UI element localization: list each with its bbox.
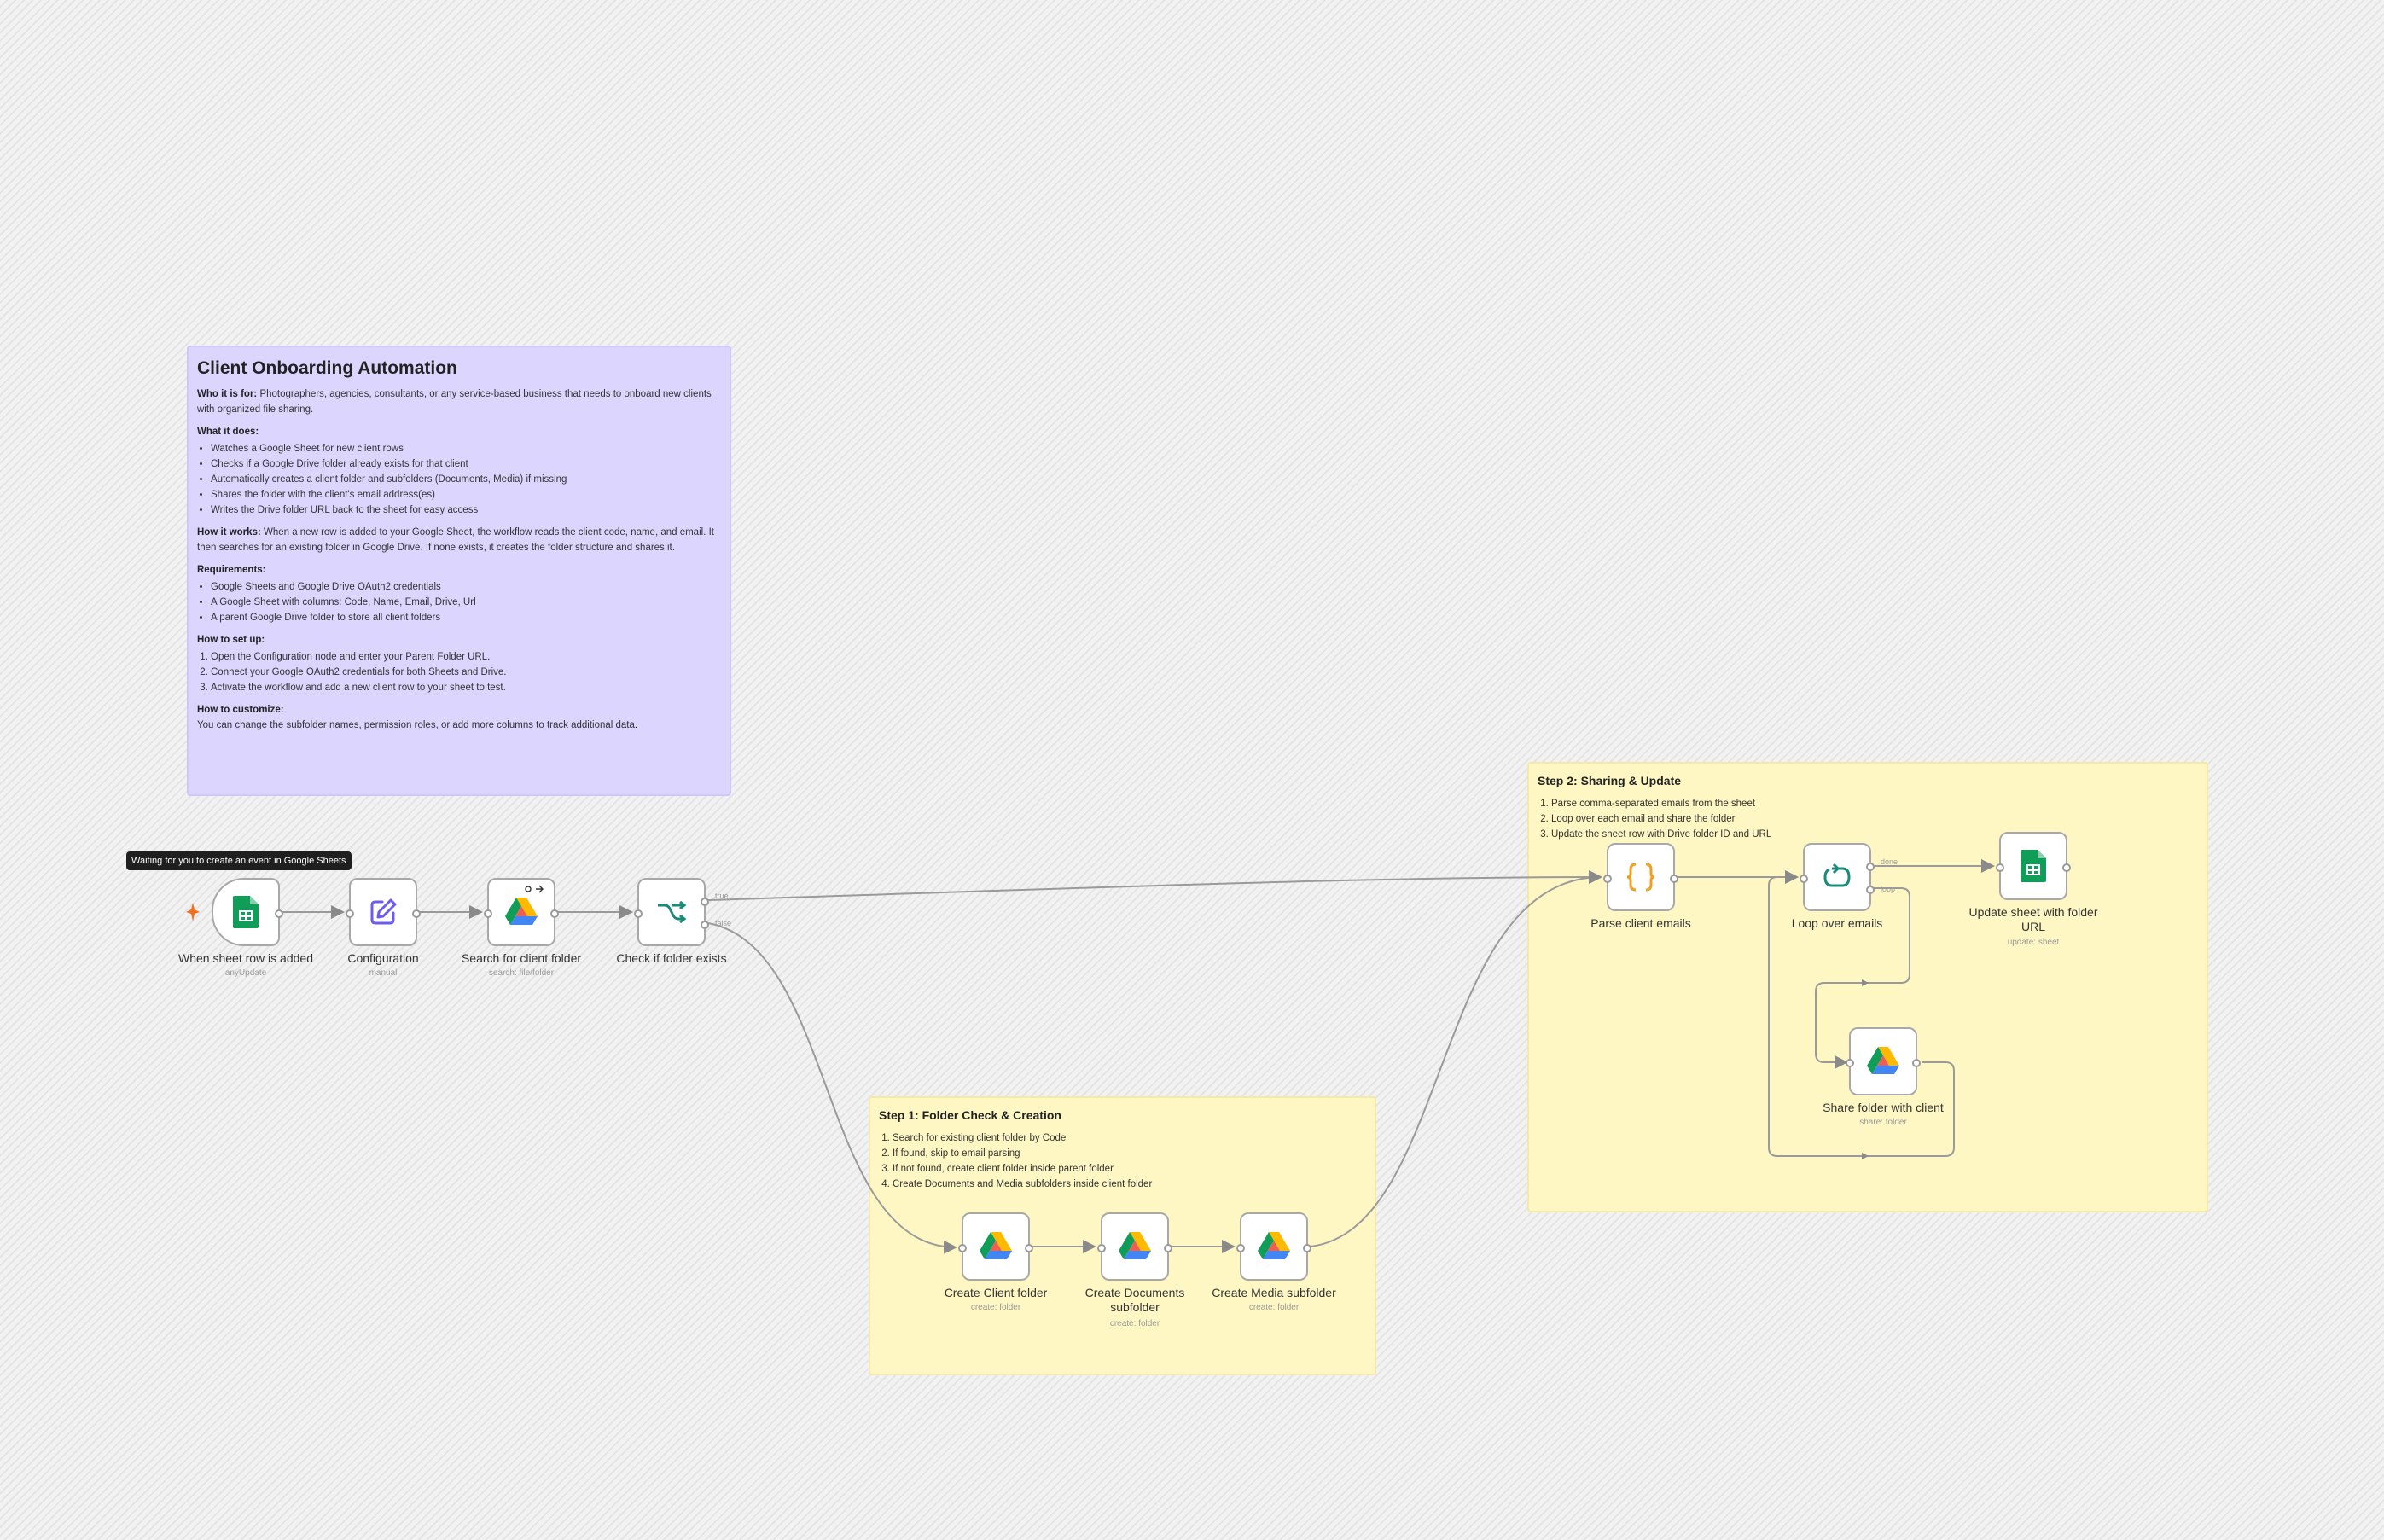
- node-subtitle: share: folder: [1859, 1118, 1907, 1127]
- input-port[interactable]: [634, 909, 643, 918]
- branch-label-true: true: [715, 892, 729, 900]
- node-share-folder-with-client[interactable]: [1846, 1027, 1921, 1095]
- google-drive-icon: [980, 1232, 1012, 1259]
- output-port-true[interactable]: [701, 898, 709, 906]
- connection-media-parse: [1310, 870, 1602, 1247]
- output-port[interactable]: [275, 909, 283, 918]
- code-braces-icon: [1626, 863, 1655, 892]
- input-port[interactable]: [1996, 863, 2004, 872]
- node-label: Create Media subfolder: [1212, 1286, 1336, 1299]
- output-port[interactable]: [1912, 1059, 1921, 1067]
- node-label: Check if folder exists: [616, 951, 727, 965]
- pencil-edit-icon: [370, 898, 397, 925]
- node-label: Create Documents subfolder: [1084, 1286, 1185, 1314]
- output-port[interactable]: [1025, 1244, 1033, 1252]
- trigger-waiting-tooltip: Waiting for you to create an event in Go…: [126, 851, 352, 870]
- google-sheets-icon: [2021, 850, 2046, 882]
- output-port-done[interactable]: [1866, 863, 1875, 871]
- node-parse-client-emails[interactable]: [1603, 843, 1678, 911]
- node-create-client-folder[interactable]: [958, 1212, 1033, 1281]
- node-subtitle: search: file/folder: [488, 968, 555, 978]
- input-port[interactable]: [346, 909, 354, 918]
- output-port[interactable]: [1164, 1244, 1172, 1252]
- branch-label-false: false: [715, 919, 731, 927]
- loop-icon: [1823, 863, 1851, 887]
- output-port[interactable]: [412, 909, 421, 918]
- if-branch-icon: [658, 900, 687, 924]
- branch-label-done: done: [1881, 857, 1898, 866]
- input-port[interactable]: [1097, 1244, 1106, 1252]
- node-label: Loop over emails: [1791, 916, 1883, 930]
- node-label: Share folder with client: [1823, 1101, 1944, 1114]
- node-label: Update sheet with folder URL: [1968, 905, 2098, 933]
- output-port[interactable]: [2062, 863, 2071, 872]
- google-drive-icon: [505, 898, 538, 925]
- node-subtitle: update: sheet: [2007, 938, 2060, 947]
- node-update-sheet-with-folder-url[interactable]: [1996, 832, 2071, 900]
- node-subtitle: create: folder: [970, 1303, 1021, 1312]
- google-drive-icon: [1258, 1232, 1290, 1259]
- trigger-bolt-icon: [186, 903, 200, 921]
- node-subtitle: create: folder: [1109, 1319, 1160, 1328]
- node-search-for-client-folder[interactable]: [484, 878, 559, 946]
- input-port[interactable]: [484, 909, 492, 918]
- branch-label-loop: loop: [1881, 885, 1895, 893]
- connection-check-false-create: [707, 922, 957, 1254]
- google-drive-icon: [1867, 1047, 1899, 1074]
- output-port-false[interactable]: [701, 921, 709, 929]
- node-label: Search for client folder: [461, 951, 582, 965]
- input-port[interactable]: [1846, 1059, 1854, 1067]
- node-toolbar-icon[interactable]: [525, 885, 544, 893]
- input-port[interactable]: [1800, 875, 1808, 883]
- google-drive-icon: [1119, 1232, 1151, 1259]
- node-check-if-folder-exists[interactable]: [634, 878, 709, 946]
- node-when-sheet-row-added[interactable]: [212, 878, 283, 946]
- output-port[interactable]: [550, 909, 559, 918]
- output-port[interactable]: [1303, 1244, 1311, 1252]
- input-port[interactable]: [1603, 875, 1612, 883]
- node-configuration[interactable]: [346, 878, 421, 946]
- node-create-documents-subfolder[interactable]: [1097, 1212, 1172, 1281]
- input-port[interactable]: [958, 1244, 967, 1252]
- input-port[interactable]: [1236, 1244, 1245, 1252]
- node-loop-over-emails[interactable]: [1800, 843, 1875, 911]
- connection-check-true-parse: [707, 870, 1602, 901]
- node-create-media-subfolder[interactable]: [1236, 1212, 1311, 1281]
- node-label: Create Client folder: [944, 1286, 1048, 1299]
- node-label: Parse client emails: [1590, 916, 1691, 930]
- node-subtitle: create: folder: [1248, 1303, 1300, 1312]
- google-sheets-icon: [233, 896, 259, 928]
- output-port-loop[interactable]: [1866, 886, 1875, 894]
- output-port[interactable]: [1670, 875, 1678, 883]
